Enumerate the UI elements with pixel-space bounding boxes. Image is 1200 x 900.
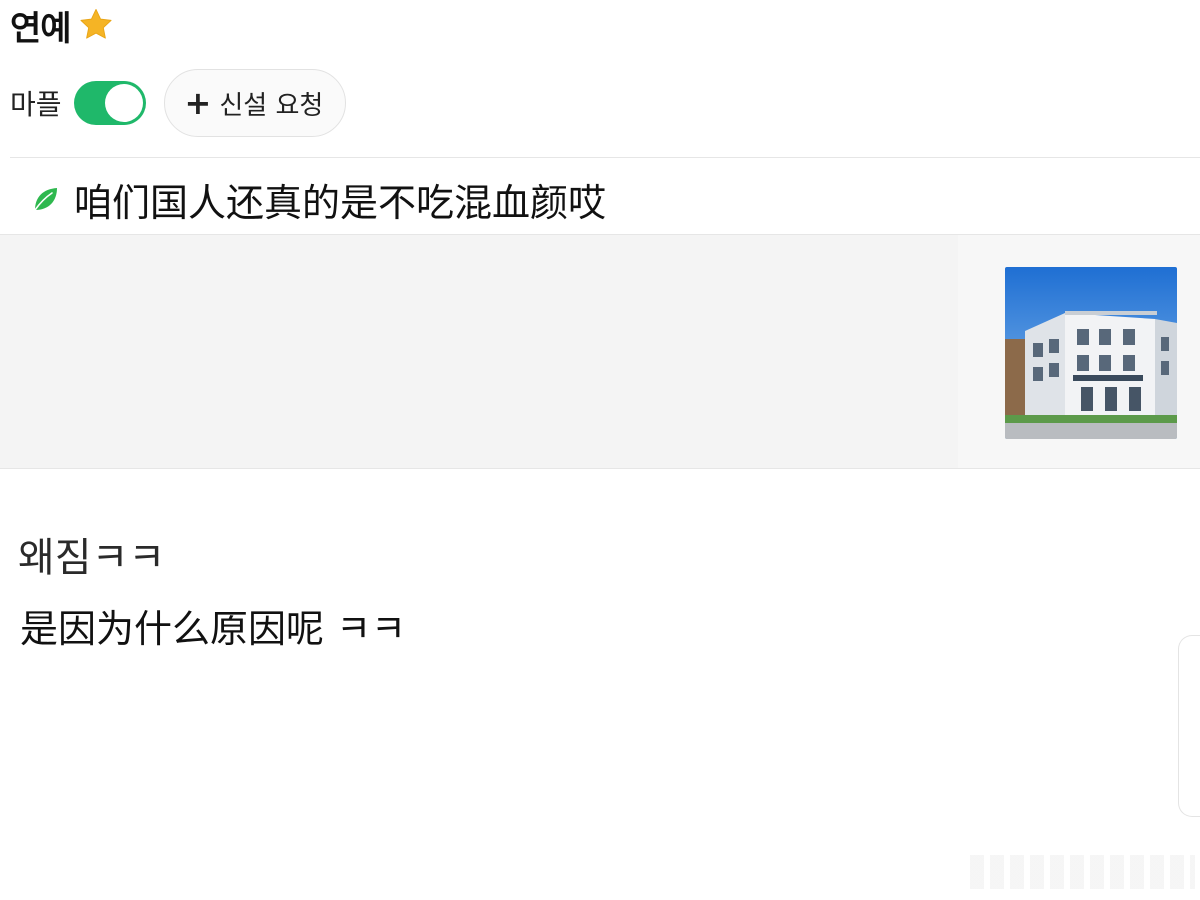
thumbnail-panel [958,235,1200,468]
mapeul-toggle[interactable] [73,81,146,125]
request-button-label: 신설 요청 [219,90,324,121]
post-caption-row: 咱们国人还真的是不吃混血颜哎 [30,168,606,230]
new-board-request-button[interactable]: + 신설 요청 [163,69,347,137]
post-caption: 咱们国人还真的是不吃混血颜哎 [74,180,607,225]
post-preview-band[interactable] [0,234,1200,469]
board-header: 연예 [10,0,115,50]
post-body: 是因为什么原因呢 ㅋㅋ [20,607,407,651]
controls-row: 마플 + 신설 요청 [10,68,347,138]
divider [10,157,1200,158]
building-thumbnail[interactable] [1005,267,1177,439]
leaf-icon [30,183,62,215]
side-panel-edge[interactable] [1178,635,1200,817]
board-title: 연예 [10,8,72,49]
post-title: 왜짐ㅋㅋ [18,535,166,581]
plus-icon: + [184,84,212,122]
watermark [970,855,1195,889]
toggle-knob [104,84,143,122]
favorite-star-icon[interactable] [77,6,115,44]
page: 연예 마플 + 신설 요청 咱们国人还真的是不吃混血颜哎 왜짐ㅋㅋ 是因为什么原… [0,0,1200,900]
mapeul-toggle-label: 마플 [10,88,62,121]
